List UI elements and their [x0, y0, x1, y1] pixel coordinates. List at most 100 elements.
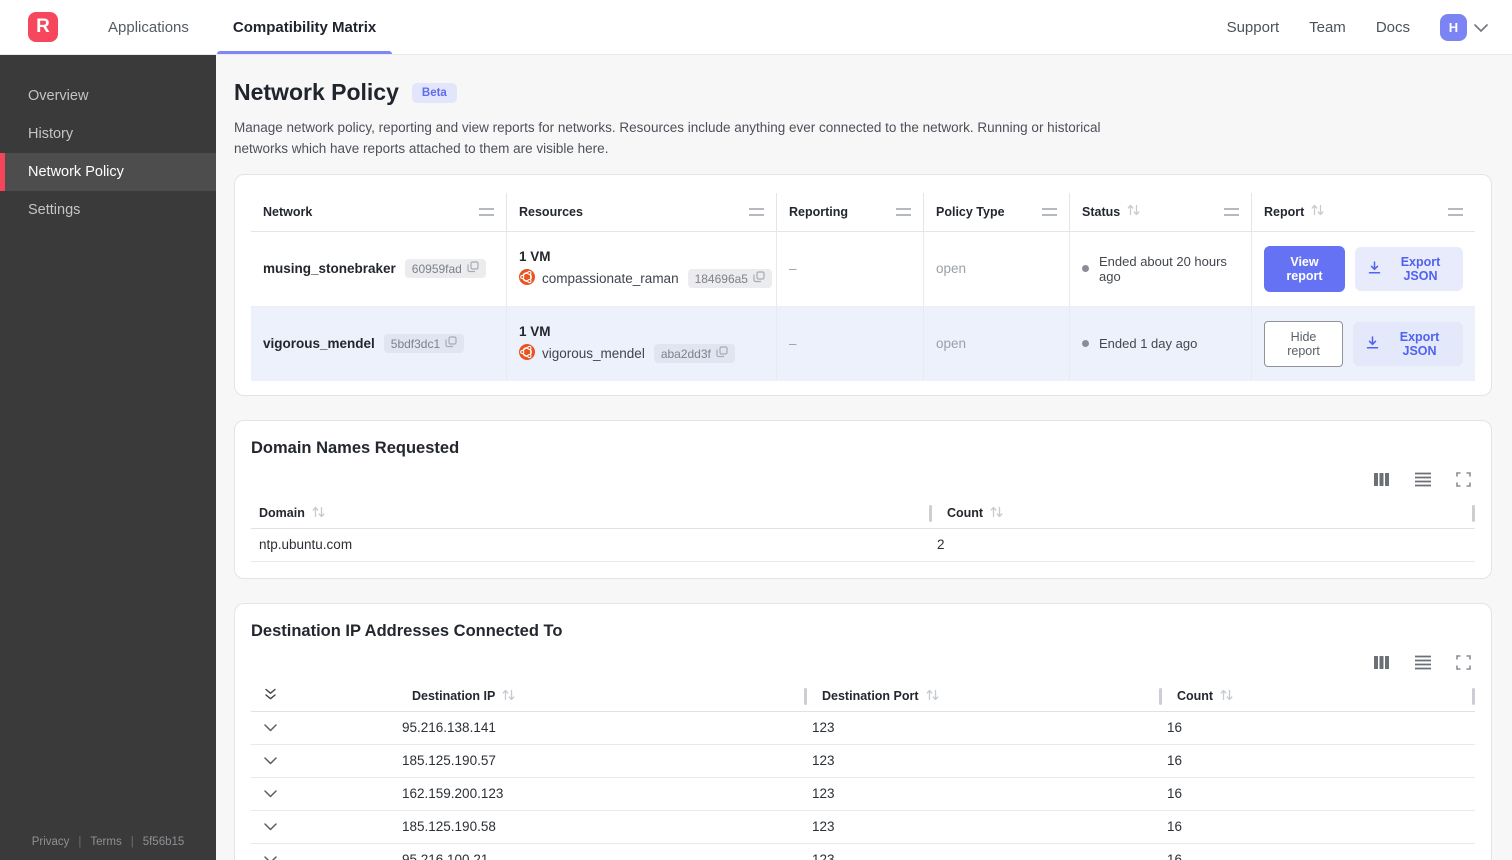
column-header-count[interactable]: Count	[1159, 682, 1475, 711]
domain-table-row[interactable]: ntp.ubuntu.com 2	[251, 529, 1475, 562]
destination-table-row[interactable]: 95.216.138.141 123 16	[251, 712, 1475, 745]
drag-handle-icon[interactable]	[749, 207, 764, 216]
column-header-domain[interactable]: Domain	[251, 499, 929, 528]
sort-arrows-icon[interactable]	[990, 506, 1003, 521]
sidebar-item-overview[interactable]: Overview	[0, 77, 216, 115]
sort-arrows-icon[interactable]	[502, 689, 515, 704]
column-header-destination-ip[interactable]: Destination IP	[394, 682, 804, 711]
column-divider[interactable]	[804, 687, 807, 705]
column-header-policy-type[interactable]: Policy Type	[924, 192, 1070, 231]
network-table-row[interactable]: vigorous_mendel 5bdf3dc1 1 VM vigorous_m…	[251, 306, 1475, 381]
copy-icon[interactable]	[467, 261, 479, 276]
chevron-down-icon[interactable]	[264, 823, 277, 831]
sort-arrows-icon[interactable]	[1311, 204, 1324, 219]
drag-handle-icon[interactable]	[479, 207, 494, 216]
destination-table-row[interactable]: 162.159.200.123 123 16	[251, 778, 1475, 811]
drag-handle-icon[interactable]	[896, 207, 911, 216]
columns-icon[interactable]	[1373, 472, 1390, 487]
sort-arrows-icon[interactable]	[1127, 204, 1140, 219]
network-table-row[interactable]: musing_stonebraker 60959fad 1 VM compass…	[251, 231, 1475, 307]
sort-arrows-icon[interactable]	[312, 506, 325, 521]
destination-ip-value: 95.216.138.141	[402, 720, 496, 736]
column-header-count[interactable]: Count	[929, 499, 1475, 528]
network-id-copy-badge[interactable]: 5bdf3dc1	[383, 334, 465, 354]
sidebar-item-settings[interactable]: Settings	[0, 191, 216, 229]
avatar[interactable]: H	[1440, 13, 1467, 41]
count-value: 2	[937, 537, 945, 553]
column-header-destination-port[interactable]: Destination Port	[804, 682, 1159, 711]
reporting-value: –	[777, 306, 924, 381]
export-json-button[interactable]: Export JSON	[1354, 246, 1463, 291]
chevron-down-icon[interactable]	[264, 856, 277, 860]
expand-all-rows-button[interactable]	[251, 682, 394, 711]
ubuntu-icon	[519, 269, 535, 288]
download-icon	[1365, 335, 1380, 353]
expand-icon[interactable]	[1456, 655, 1471, 670]
networks-card: Network Resources Reporting Policy Type	[234, 173, 1492, 396]
expand-icon[interactable]	[1456, 472, 1471, 487]
drag-handle-icon[interactable]	[1042, 207, 1057, 216]
column-header-resources[interactable]: Resources	[507, 192, 777, 231]
nav-link-team[interactable]: Team	[1309, 19, 1346, 36]
destination-ip-value: 162.159.200.123	[402, 786, 504, 802]
page-title: Network Policy	[234, 79, 399, 105]
status-dot	[1082, 340, 1089, 348]
count-value: 16	[1167, 753, 1183, 769]
tab-compatibility-matrix[interactable]: Compatibility Matrix	[216, 0, 393, 54]
hide-report-button[interactable]: Hide report	[1264, 320, 1344, 367]
double-chevron-down-icon	[264, 688, 277, 704]
destination-ips-card: Destination IP Addresses Connected To De…	[234, 602, 1492, 860]
nav-link-support[interactable]: Support	[1227, 19, 1280, 36]
drag-handle-icon[interactable]	[1224, 207, 1239, 216]
column-divider[interactable]	[1159, 687, 1162, 705]
network-name: vigorous_mendel	[263, 336, 375, 352]
domain-table: Domain Count ntp.ubuntu.com 2	[251, 499, 1475, 562]
domain-names-card: Domain Names Requested Domain Count ntp.…	[234, 419, 1492, 579]
copy-icon[interactable]	[753, 271, 765, 286]
column-label: Status	[1082, 204, 1121, 219]
network-name: musing_stonebraker	[263, 261, 396, 277]
privacy-link[interactable]: Privacy	[32, 836, 70, 848]
rows-icon[interactable]	[1414, 655, 1432, 670]
sort-arrows-icon[interactable]	[926, 689, 939, 704]
policy-type-value: open	[924, 231, 1070, 306]
export-json-button[interactable]: Export JSON	[1353, 321, 1463, 366]
column-header-network[interactable]: Network	[251, 192, 507, 231]
destination-port-value: 123	[812, 753, 835, 769]
status-text: Ended 1 day ago	[1099, 336, 1198, 352]
rows-icon[interactable]	[1414, 472, 1432, 487]
app-logo[interactable]: R	[28, 12, 58, 42]
beta-badge: Beta	[411, 82, 457, 103]
sort-arrows-icon[interactable]	[1220, 689, 1233, 704]
column-header-reporting[interactable]: Reporting	[777, 192, 924, 231]
copy-icon[interactable]	[445, 336, 457, 351]
resource-id-copy-badge[interactable]: 184696a5	[687, 269, 772, 289]
chevron-down-icon[interactable]	[264, 757, 277, 765]
column-header-status[interactable]: Status	[1070, 192, 1252, 231]
view-report-button[interactable]: View report	[1264, 245, 1345, 292]
column-header-report[interactable]: Report	[1252, 193, 1475, 231]
resource-id-copy-badge[interactable]: aba2dd3f	[653, 344, 735, 364]
copy-icon[interactable]	[716, 346, 728, 361]
column-divider[interactable]	[1472, 687, 1475, 705]
chevron-down-icon[interactable]	[264, 724, 277, 732]
column-divider[interactable]	[1472, 504, 1475, 522]
sidebar-item-history[interactable]: History	[0, 115, 216, 153]
terms-link[interactable]: Terms	[90, 836, 121, 848]
column-divider[interactable]	[929, 504, 932, 522]
columns-icon[interactable]	[1373, 655, 1390, 670]
nav-link-docs[interactable]: Docs	[1376, 19, 1410, 36]
domain-value: ntp.ubuntu.com	[259, 537, 353, 553]
drag-handle-icon[interactable]	[1448, 207, 1463, 216]
destination-table-row[interactable]: 185.125.190.58 123 16	[251, 811, 1475, 844]
column-label: Count	[1177, 689, 1214, 704]
destination-table-row[interactable]: 185.125.190.57 123 16	[251, 745, 1475, 778]
user-menu[interactable]: H	[1440, 13, 1488, 41]
sidebar-item-network-policy[interactable]: Network Policy	[0, 153, 216, 191]
chevron-down-icon[interactable]	[264, 790, 277, 798]
resource-name: vigorous_mendel	[542, 346, 645, 362]
destination-table-row[interactable]: 95.216.100.21 123 16	[251, 844, 1475, 860]
tab-applications[interactable]: Applications	[92, 0, 205, 54]
destination-ip-value: 185.125.190.57	[402, 753, 496, 769]
network-id-copy-badge[interactable]: 60959fad	[404, 259, 486, 279]
